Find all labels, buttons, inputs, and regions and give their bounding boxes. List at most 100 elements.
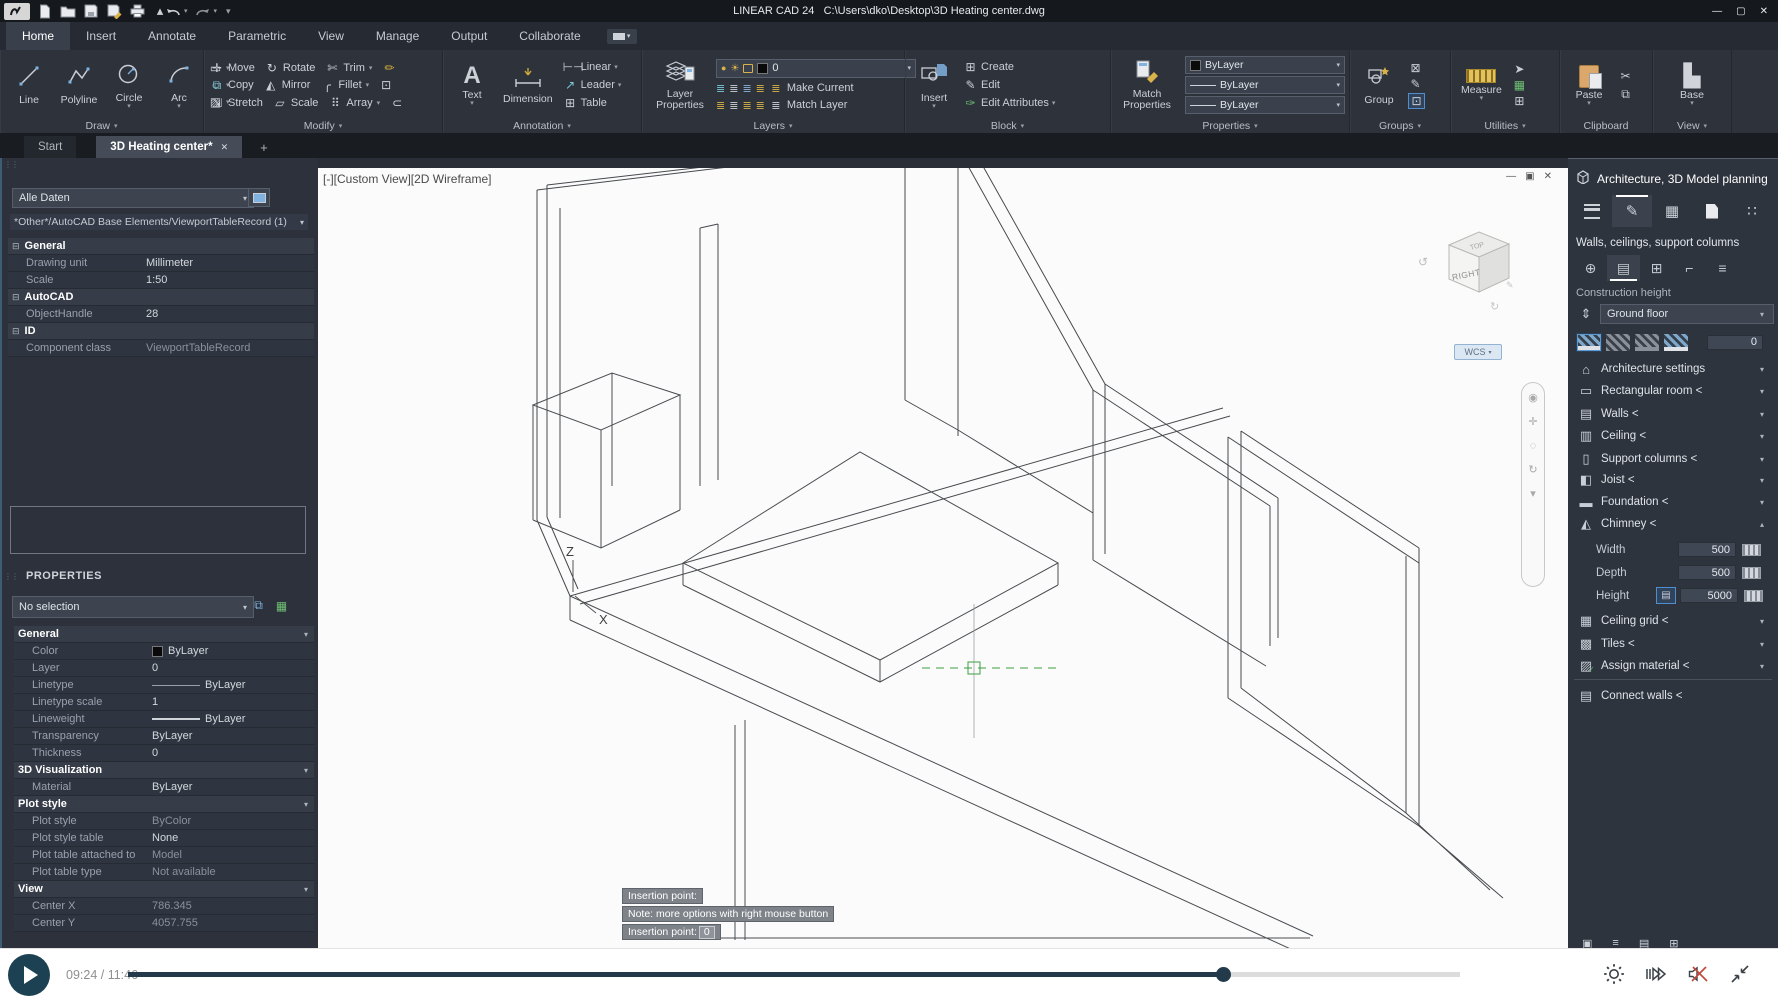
layer-properties-button[interactable]: Layer Properties — [648, 59, 712, 111]
arch-row-ceiling-grid[interactable]: ▦Ceiling grid <▾ — [1568, 610, 1778, 632]
property-row[interactable]: Plot table typeNot available — [14, 864, 314, 881]
palette-drag-handle[interactable]: ⋮⋮ — [4, 572, 18, 581]
fillet-button[interactable]: ╭Fillet▾ — [320, 78, 369, 92]
section-header-general[interactable]: ⊟General — [8, 238, 314, 255]
wcs-badge[interactable]: WCS▾ — [1454, 344, 1502, 360]
navigation-bar[interactable]: ◉ ✛ ◌ ↻ ▾ — [1521, 382, 1545, 587]
prop-section-plot-style[interactable]: Plot style▾ — [14, 796, 314, 813]
ruler-icon[interactable] — [1742, 567, 1761, 579]
property-row[interactable]: Thickness0 — [14, 745, 314, 762]
layer-dropdown[interactable]: ● ☀ 0 ▾ — [716, 59, 916, 78]
move-button[interactable]: ✛Move — [210, 61, 255, 75]
arch-row-settings[interactable]: ⌂Architecture settings▾ — [1568, 358, 1778, 380]
layer-tool-icon[interactable]: ≣ — [742, 82, 751, 95]
layer-tool-icon[interactable]: ≣ — [742, 99, 751, 112]
height-mode-button[interactable]: ▤ — [1656, 587, 1676, 604]
orbit-icon[interactable]: ↻ — [1528, 465, 1537, 476]
table-button[interactable]: ⊞Table — [563, 96, 622, 110]
chimney-depth-input[interactable]: 500 — [1678, 565, 1736, 580]
save-as-icon[interactable] — [106, 4, 122, 19]
arch-row-walls[interactable]: ▤Walls <▾ — [1568, 403, 1778, 425]
progress-track[interactable] — [128, 972, 1460, 977]
object-color-dropdown[interactable]: ByLayer▾ — [1185, 56, 1345, 74]
menu-tab-annotate[interactable]: Annotate — [132, 22, 212, 50]
mirror-button[interactable]: ◭Mirror — [264, 78, 311, 92]
group-edit-button[interactable]: ✎ — [1408, 77, 1425, 91]
collapse-icon[interactable]: ⊟ — [12, 292, 20, 303]
view-panel-label[interactable]: View▾ — [1653, 118, 1731, 133]
select-similar-button[interactable]: ▦ — [1512, 78, 1527, 92]
tab-layers[interactable]: ≡ — [1706, 255, 1739, 281]
utilities-panel-label[interactable]: Utilities▾ — [1451, 118, 1559, 133]
properties-panel-label[interactable]: Properties▾ — [1111, 118, 1349, 133]
ungroup-button[interactable]: ⊠ — [1408, 61, 1425, 75]
showmotion-icon[interactable]: ▾ — [1530, 489, 1536, 500]
group-select-toggle[interactable]: ⊡ — [1408, 93, 1425, 109]
tab-windows[interactable]: ⊞ — [1640, 255, 1673, 281]
arc-button[interactable]: Arc ▾ — [156, 62, 202, 109]
tab-drawing[interactable]: 3D Heating center*✕ — [96, 136, 242, 158]
dimension-button[interactable]: Dimension — [499, 65, 557, 105]
rotate-button[interactable]: ↻Rotate — [265, 61, 315, 75]
quick-select-button[interactable]: ➤ — [1512, 62, 1527, 76]
arch-row-foundation[interactable]: ▬Foundation <▾ — [1568, 491, 1778, 513]
polyline-button[interactable]: Polyline — [56, 64, 102, 106]
menu-tab-insert[interactable]: Insert — [70, 22, 132, 50]
save-icon[interactable] — [83, 4, 99, 19]
breadcrumb[interactable]: *Other*/AutoCAD Base Elements/ViewportTa… — [10, 214, 308, 230]
measure-button[interactable]: Measure ▾ — [1457, 69, 1506, 101]
erase-button[interactable]: ✏ — [382, 61, 396, 75]
tab-menu[interactable] — [1572, 195, 1612, 227]
section-header-id[interactable]: ⊟ID — [8, 323, 314, 340]
ruler-icon[interactable] — [1742, 544, 1761, 556]
exit-fullscreen-button[interactable] — [1728, 962, 1752, 986]
offset-button[interactable]: ⊂ — [390, 96, 404, 110]
viewport-controls-label[interactable]: [-][Custom View][2D Wireframe] — [323, 172, 491, 186]
qat-customize-icon[interactable]: ▾ — [226, 6, 231, 17]
redo-caret-icon[interactable]: ▾ — [214, 7, 218, 15]
block-panel-label[interactable]: Block▾ — [905, 118, 1110, 133]
viewport-restore-button[interactable]: ▣ — [1525, 171, 1534, 182]
property-row[interactable]: Plot style tableNone — [14, 830, 314, 847]
play-button[interactable] — [8, 954, 50, 996]
property-row[interactable]: Center Y4057.755 — [14, 915, 314, 932]
property-row[interactable]: Plot table attached toModel — [14, 847, 314, 864]
player-settings-button[interactable] — [1602, 962, 1626, 986]
arch-row-chimney[interactable]: ◭Chimney <▴ — [1568, 513, 1778, 535]
arch-row-tiles[interactable]: ▩Tiles <▾ — [1568, 633, 1778, 655]
edit-attributes-button[interactable]: ✑Edit Attributes▾ — [963, 96, 1055, 110]
scale-button[interactable]: ▱Scale — [273, 96, 319, 110]
app-logo-icon[interactable] — [4, 3, 30, 20]
layers-panel-label[interactable]: Layers▾ — [642, 118, 904, 133]
floor-dropdown[interactable]: Ground floor▾ — [1600, 304, 1774, 324]
base-view-button[interactable]: ▙ Base ▾ — [1669, 64, 1715, 106]
circle-button[interactable]: Circle ▾ — [106, 62, 152, 109]
chimney-height-input[interactable]: 5000 — [1680, 588, 1738, 603]
prop-section-3d-visualization[interactable]: 3D Visualization▾ — [14, 762, 314, 779]
menu-tab-collaborate[interactable]: Collaborate — [503, 22, 596, 50]
dynamic-input-value[interactable]: 0 — [699, 926, 715, 939]
viewport-minimize-button[interactable]: — — [1506, 171, 1516, 182]
match-layer-button[interactable]: ≣Match Layer — [769, 99, 848, 112]
data-filter-dropdown[interactable]: Alle Daten▾ — [12, 188, 254, 208]
prop-section-general[interactable]: General▾ — [14, 626, 314, 643]
undo-arrow-icon[interactable] — [165, 4, 181, 19]
section-header-autocad[interactable]: ⊟AutoCAD — [8, 289, 314, 306]
select-objects-button[interactable]: ▦ — [273, 598, 290, 613]
orbit-arrow-icon[interactable]: ↺ — [1418, 255, 1428, 269]
tab-start[interactable]: Start — [24, 136, 76, 158]
layer-tool-icon[interactable]: ≣ — [729, 82, 738, 95]
create-block-button[interactable]: ⊞Create — [963, 60, 1055, 74]
redo-arrow-icon[interactable] — [195, 4, 211, 19]
draw-panel-label[interactable]: Draw▾ — [0, 118, 203, 133]
ruler-icon[interactable] — [1744, 590, 1763, 602]
collapse-icon[interactable]: ⊟ — [12, 241, 20, 252]
menu-tab-parametric[interactable]: Parametric — [212, 22, 302, 50]
cut-button[interactable]: ✂ — [1618, 69, 1633, 83]
menu-tab-manage[interactable]: Manage — [360, 22, 435, 50]
steering-wheel-icon[interactable]: ◉ — [1528, 393, 1538, 404]
make-current-button[interactable]: ≣Make Current — [769, 82, 854, 95]
toggle-pickadd-button[interactable]: ⧉ — [250, 598, 267, 613]
linetype-dropdown[interactable]: ByLayer▾ — [1185, 96, 1345, 114]
viewport-close-button[interactable]: ✕ — [1544, 171, 1552, 182]
